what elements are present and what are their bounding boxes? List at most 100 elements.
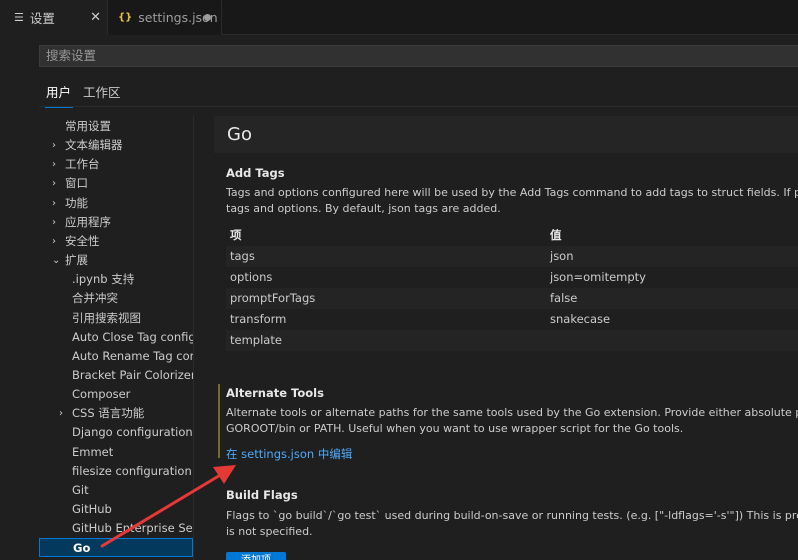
toc-item-label: Go	[73, 541, 91, 556]
scope-divider	[39, 106, 798, 107]
toc-item-label: 工作台	[65, 157, 100, 172]
settings-menu-icon: ☰	[14, 11, 24, 24]
table-row[interactable]: template	[226, 330, 798, 351]
page-title: Go	[227, 124, 252, 145]
search-settings-input[interactable]: 搜索设置	[39, 45, 798, 67]
toc-item-label: 功能	[65, 195, 88, 210]
toc-divider	[193, 116, 194, 560]
setting-title-build-flags: Build Flags	[226, 488, 298, 502]
toc-item[interactable]: GitHub	[39, 500, 193, 519]
json-file-icon: {}	[118, 12, 133, 23]
table-row-key: template	[230, 333, 282, 347]
toc-item[interactable]: 引用搜索视图	[39, 309, 193, 328]
setting-desc-build-flags-1: Flags to `go build`/`go test` used durin…	[226, 509, 798, 522]
table-header-key: 项	[230, 228, 242, 242]
chevron-down-icon: ⌄	[52, 255, 61, 267]
setting-desc-alternate-tools-2: GOROOT/bin or PATH. Useful when you want…	[226, 422, 684, 435]
toc-item-label: 应用程序	[65, 214, 111, 229]
toc-item-label: Git	[72, 482, 89, 497]
toc-item-label: filesize configuration	[72, 463, 192, 478]
edit-in-settings-json-link[interactable]: 在 settings.json 中编辑	[226, 446, 352, 462]
toc-item-label: GitHub	[72, 502, 112, 516]
toc-item-label: CSS 语言功能	[72, 406, 145, 421]
scope-tab-user[interactable]: 用户	[44, 82, 74, 108]
toc-item[interactable]: 合并冲突	[39, 289, 193, 308]
table-row[interactable]: transform snakecase	[226, 309, 798, 330]
toc-item[interactable]: Auto Close Tag config...	[39, 328, 193, 347]
toc-item[interactable]: Git	[39, 481, 193, 500]
setting-title-add-tags: Add Tags	[226, 166, 285, 180]
toc-item[interactable]: Bracket Pair Colorizer 2	[39, 366, 193, 385]
toc-item[interactable]: Go	[39, 538, 193, 558]
toc-item[interactable]: ⌄ 扩展	[39, 251, 193, 270]
toc-item[interactable]: › 安全性	[39, 232, 193, 251]
table-row-value: json=omitempty	[550, 270, 646, 284]
toc-item[interactable]: Composer	[39, 385, 193, 404]
section-header: Go	[214, 116, 798, 153]
toc-item-label: Emmet	[72, 444, 114, 459]
toc-item[interactable]: 常用设置	[39, 117, 193, 136]
toc-item-label: Composer	[72, 387, 131, 402]
toc-item-label: Django configuration	[72, 425, 193, 440]
table-row[interactable]: options json=omitempty	[226, 267, 798, 288]
setting-focus-indicator	[218, 384, 220, 458]
add-item-button[interactable]: 添加项	[226, 552, 286, 560]
table-row-value: snakecase	[550, 312, 611, 326]
chevron-right-icon: ›	[52, 216, 56, 228]
table-row[interactable]: tags json	[226, 246, 798, 267]
toc-item-label: 文本编辑器	[65, 138, 123, 153]
toc-item-label: GitHub Enterprise Ser...	[72, 521, 193, 536]
close-icon[interactable]: ✕	[90, 10, 101, 25]
tab-settings[interactable]: ☰ 设置 ✕	[0, 0, 108, 35]
chevron-right-icon: ›	[52, 197, 56, 209]
chevron-right-icon: ›	[52, 159, 56, 171]
toc-item[interactable]: Django configuration	[39, 423, 193, 442]
toc-item-label: 常用设置	[65, 119, 111, 133]
setting-title-alternate-tools: Alternate Tools	[226, 386, 324, 400]
chevron-right-icon: ›	[52, 140, 56, 152]
toc-item-label: .ipynb 支持	[72, 272, 135, 287]
table-header: 项 值	[226, 225, 798, 246]
settings-toc: 常用设置 › 文本编辑器 › 工作台 › 窗口 › 功能 › 应用程序 › 安全性 ⌄ 扩展 .ipynb 支…	[39, 116, 193, 560]
tab-settings-label: 设置	[29, 11, 55, 26]
toc-item-label: 安全性	[65, 233, 100, 248]
scope-tab-workspace[interactable]: 工作区	[83, 82, 121, 104]
chevron-right-icon: ›	[52, 235, 56, 247]
tab-settings-json[interactable]: {} settings.json	[108, 0, 222, 35]
table-row-key: promptForTags	[230, 291, 316, 305]
toc-item[interactable]: Auto Rename Tag con...	[39, 347, 193, 366]
table-row-value: json	[550, 249, 574, 263]
setting-desc-build-flags-2: is not specified.	[226, 525, 313, 538]
toc-item-label: 合并冲突	[72, 291, 118, 306]
table-row[interactable]: promptForTags false	[226, 288, 798, 309]
toc-item[interactable]: .ipynb 支持	[39, 270, 193, 289]
unsaved-dot-icon[interactable]	[204, 14, 211, 21]
toc-item[interactable]: Emmet	[39, 443, 193, 462]
toc-item[interactable]: › CSS 语言功能	[39, 404, 193, 423]
toc-item[interactable]: GitHub Enterprise Ser...	[39, 519, 193, 538]
toc-item[interactable]: › 工作台	[39, 155, 193, 174]
setting-desc-add-tags-2: tags and options. By default, json tags …	[226, 202, 501, 215]
editor-tab-bar: ☰ 设置 ✕ {} settings.json	[0, 0, 798, 35]
table-header-value: 值	[550, 228, 562, 242]
table-row-key: tags	[230, 249, 255, 263]
table-row-key: transform	[230, 312, 287, 326]
toc-item-label: 扩展	[65, 253, 88, 268]
toc-item-label: 窗口	[65, 176, 88, 191]
table-row-value: false	[550, 291, 578, 305]
toc-item[interactable]: › 文本编辑器	[39, 136, 193, 155]
chevron-right-icon: ›	[52, 178, 56, 190]
toc-item[interactable]: › 应用程序	[39, 213, 193, 232]
chevron-right-icon: ›	[59, 408, 63, 420]
setting-desc-add-tags-1: Tags and options configured here will be…	[226, 186, 798, 199]
toc-item[interactable]: filesize configuration	[39, 462, 193, 481]
toc-item-label: 引用搜索视图	[72, 310, 141, 325]
table-row-key: options	[230, 270, 273, 284]
toc-item[interactable]: › 功能	[39, 194, 193, 213]
setting-desc-alternate-tools-1: Alternate tools or alternate paths for t…	[226, 406, 798, 419]
settings-main-panel: Go Add Tags Tags and options configured …	[214, 116, 798, 560]
toc-item-label: Auto Close Tag config...	[72, 329, 193, 344]
toc-item-label: Bracket Pair Colorizer 2	[72, 367, 193, 382]
toc-item[interactable]: › 窗口	[39, 174, 193, 193]
toc-item-label: Auto Rename Tag con...	[72, 348, 193, 363]
